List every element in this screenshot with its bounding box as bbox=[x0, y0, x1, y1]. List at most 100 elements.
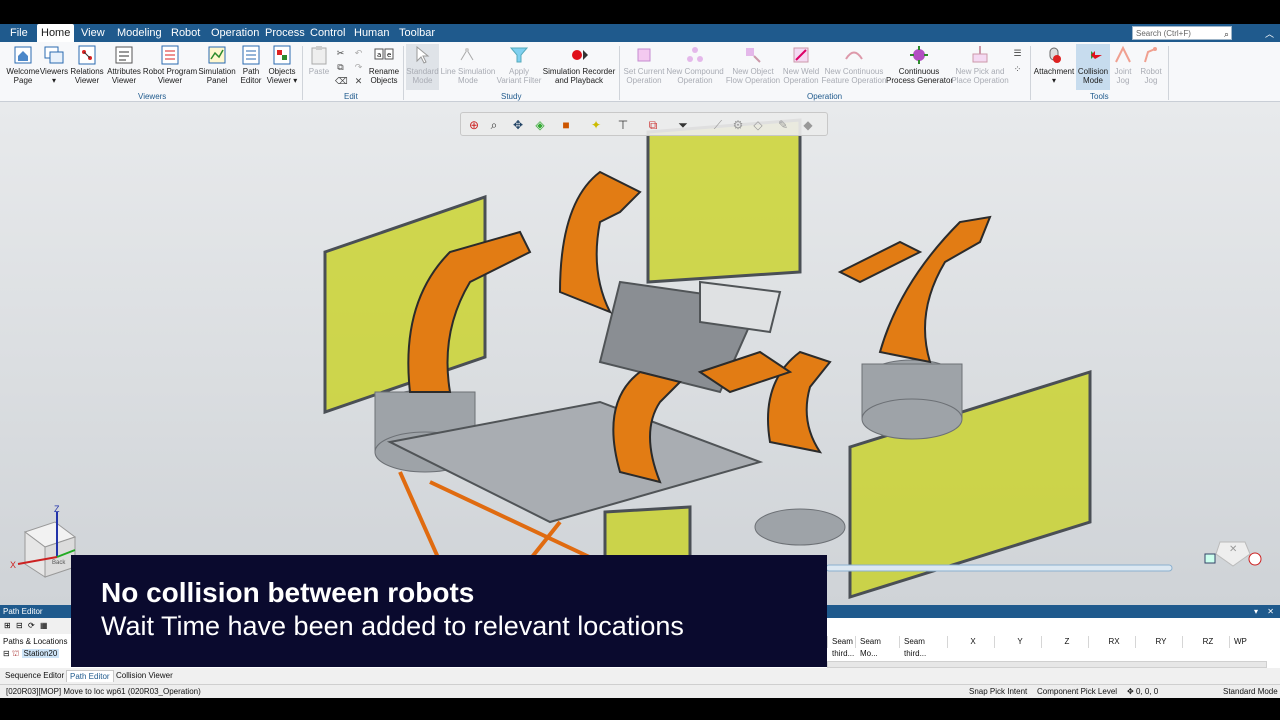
attachment-icon bbox=[1049, 47, 1061, 63]
column-header-x[interactable]: X bbox=[947, 636, 994, 648]
scissors-icon[interactable]: ✂ bbox=[335, 48, 346, 58]
add-icon[interactable]: ⊞ bbox=[4, 621, 13, 630]
line-simulation-mode-button[interactable]: Line Simulation Mode bbox=[440, 44, 496, 85]
standard-mode-button[interactable]: Standard Mode bbox=[406, 44, 439, 90]
view-cube[interactable]: Z X Back bbox=[10, 504, 77, 578]
set-current-operation-button[interactable]: Set Current Operation bbox=[622, 44, 666, 85]
measure-icon[interactable]: ⟋ bbox=[711, 118, 725, 132]
settings-icon[interactable]: ⚙ bbox=[731, 118, 745, 132]
menu-tab-toolbar[interactable]: Toolbar bbox=[395, 24, 439, 42]
snap-pick-intent[interactable]: Snap Pick Intent bbox=[969, 685, 1027, 699]
marker-icon[interactable]: ◇ bbox=[751, 118, 765, 132]
filter-icon[interactable]: ⏷ bbox=[676, 118, 690, 132]
horizontal-scrollbar[interactable] bbox=[827, 661, 1267, 668]
undo-icon[interactable]: ↶ bbox=[353, 48, 364, 58]
standard-mode-icon bbox=[416, 45, 429, 64]
panel-menu-icon[interactable]: ▾ bbox=[1254, 605, 1258, 618]
refresh-icon[interactable]: ⟳ bbox=[28, 621, 37, 630]
redo-icon[interactable]: ↷ bbox=[353, 62, 364, 72]
column-header[interactable]: Seam third... bbox=[827, 636, 855, 658]
collision-icon bbox=[1084, 51, 1102, 59]
search-input[interactable]: Search (Ctrl+F) ⌕ bbox=[1132, 26, 1232, 40]
cube-icon[interactable]: ◈ bbox=[533, 118, 547, 132]
tab-path-editor[interactable]: Path Editor bbox=[66, 670, 114, 682]
close-icon[interactable]: ✕ bbox=[1267, 605, 1274, 618]
objects-viewer-button[interactable]: Objects Viewer ▾ bbox=[265, 44, 299, 85]
collision-mode-button[interactable]: Collision Mode bbox=[1076, 44, 1110, 90]
menu-tab-human[interactable]: Human bbox=[350, 24, 393, 42]
column-header-ry[interactable]: RY bbox=[1135, 636, 1182, 648]
menu-tab-robot[interactable]: Robot bbox=[167, 24, 204, 42]
column-header-y[interactable]: Y bbox=[994, 636, 1041, 648]
menu-tab-operation[interactable]: Operation bbox=[207, 24, 263, 42]
component-pick-level[interactable]: Component Pick Level bbox=[1037, 685, 1117, 699]
column-header[interactable]: Seam Mo... bbox=[855, 636, 899, 658]
delete-icon[interactable]: ✕ bbox=[353, 76, 364, 86]
diamond-icon[interactable]: ◆ bbox=[801, 118, 815, 132]
column-header-rz[interactable]: RZ bbox=[1182, 636, 1229, 648]
navigation-cluster[interactable]: ✕ bbox=[1204, 541, 1262, 567]
light-icon[interactable]: ✦ bbox=[589, 118, 603, 132]
continuous-process-generator-button[interactable]: Continuous Process Generator bbox=[886, 44, 953, 85]
new-object-flow-operation-button[interactable]: New Object Flow Operation bbox=[725, 44, 781, 85]
column-header-rx[interactable]: RX bbox=[1088, 636, 1135, 648]
attachment-button[interactable]: Attachment ▾ bbox=[1033, 44, 1075, 85]
copy-icon[interactable]: ⧉ bbox=[335, 62, 346, 72]
tab-collision-viewer[interactable]: Collision Viewer bbox=[113, 670, 176, 682]
graphic-viewer[interactable]: Z X Back ✕ ⊕ ⌕ ✥ ◈ ■ ✦ ⊤ ⧉ ⏷ ⟋ ⚙ ◇ ✎ ◆ bbox=[0, 102, 1280, 605]
robot-jog-button[interactable]: Robot Jog bbox=[1137, 44, 1165, 85]
zoom-icon[interactable]: ⌕ bbox=[487, 118, 501, 132]
search-icon[interactable]: ⌕ bbox=[1224, 27, 1229, 41]
line-simulation-mode-label: Line Simulation Mode bbox=[440, 67, 496, 85]
menu-tab-modeling[interactable]: Modeling bbox=[113, 24, 166, 42]
simulation-recorder-button[interactable]: Simulation Recorder and Playback bbox=[542, 44, 616, 85]
zoom-to-fit-icon[interactable]: ⊕ bbox=[467, 118, 481, 132]
menu-tab-home[interactable]: Home bbox=[37, 24, 75, 42]
list-icon[interactable]: ☰ bbox=[1012, 48, 1023, 58]
tree-item-station[interactable]: ⊟ ⛫ Station20 bbox=[3, 649, 60, 659]
new-continuous-feature-operation-button[interactable]: New Continuous Feature Operation bbox=[821, 44, 887, 85]
coordinates-readout: ✥ 0, 0, 0 bbox=[1127, 685, 1158, 699]
viewers-button[interactable]: Viewers ▾ bbox=[39, 44, 69, 85]
column-header-z[interactable]: Z bbox=[1041, 636, 1088, 648]
menu-tab-file[interactable]: File bbox=[6, 24, 32, 42]
relations-viewer-button[interactable]: Relations Viewer bbox=[69, 44, 105, 85]
remove-icon[interactable]: ⊟ bbox=[16, 621, 25, 630]
selection-icon[interactable]: ⧉ bbox=[646, 118, 660, 132]
tab-sequence-editor[interactable]: Sequence Editor bbox=[2, 670, 67, 682]
app-window: File Home View Modeling Robot Operation … bbox=[0, 0, 1280, 720]
relations-viewer-label: Relations Viewer bbox=[70, 67, 104, 85]
filter-icon bbox=[509, 47, 529, 63]
pan-icon[interactable]: ✥ bbox=[511, 118, 525, 132]
robot-cell-scene[interactable]: Z X Back ✕ bbox=[0, 102, 1280, 605]
grid-icon[interactable]: ▦ bbox=[40, 621, 49, 630]
welcome-page-button[interactable]: Welcome Page bbox=[4, 44, 42, 85]
rename-objects-button[interactable]: ae Rename Objects bbox=[367, 44, 401, 85]
column-header[interactable]: Seam third... bbox=[899, 636, 947, 658]
paint-icon[interactable]: ✎ bbox=[776, 118, 790, 132]
attributes-icon bbox=[115, 46, 133, 64]
new-compound-operation-button[interactable]: New Compound Operation bbox=[666, 44, 724, 85]
attributes-viewer-button[interactable]: Attributes Viewer bbox=[105, 44, 143, 85]
robot-program-viewer-button[interactable]: Robot Program Viewer bbox=[142, 44, 198, 85]
menu-tab-process[interactable]: Process bbox=[261, 24, 309, 42]
eraser-icon[interactable]: ⌫ bbox=[335, 76, 348, 86]
render-mode-icon[interactable]: ■ bbox=[559, 118, 573, 132]
paste-button[interactable]: Paste bbox=[306, 44, 332, 77]
new-object-flow-operation-label: New Object Flow Operation bbox=[725, 67, 781, 85]
path-editor-button[interactable]: Path Editor bbox=[237, 44, 265, 85]
apply-variant-filter-button[interactable]: Apply Variant Filter bbox=[496, 44, 542, 85]
column-header-wp[interactable]: WP bbox=[1229, 636, 1264, 648]
expand-icon[interactable]: ⊟ bbox=[3, 649, 12, 658]
new-pick-and-place-operation-button[interactable]: New Pick and Place Operation bbox=[951, 44, 1009, 85]
timeline-slider[interactable] bbox=[825, 564, 1173, 572]
menu-tab-view[interactable]: View bbox=[77, 24, 109, 42]
chevron-up-icon[interactable]: ︿ bbox=[1265, 27, 1274, 40]
menu-tab-control[interactable]: Control bbox=[306, 24, 349, 42]
joint-jog-button[interactable]: Joint Jog bbox=[1111, 44, 1135, 85]
dots-icon[interactable]: ⁘ bbox=[1012, 64, 1023, 74]
simulation-panel-button[interactable]: Simulation Panel bbox=[197, 44, 237, 85]
svg-text:a: a bbox=[377, 51, 381, 59]
section-icon[interactable]: ⊤ bbox=[616, 118, 630, 132]
new-weld-operation-button[interactable]: New Weld Operation bbox=[781, 44, 821, 85]
